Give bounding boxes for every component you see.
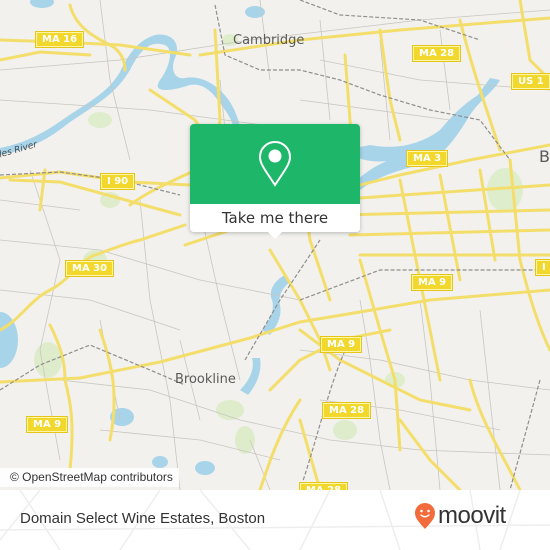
route-shield-ma28-south: MA 28: [321, 402, 372, 419]
route-shield-ma16: MA 16: [34, 31, 85, 48]
route-shield-ma28-north: MA 28: [411, 45, 462, 62]
take-me-there-button[interactable]: Take me there: [190, 204, 360, 232]
place-label-brookline: Brookline: [175, 372, 236, 387]
route-shield-ma3: MA 3: [405, 150, 449, 167]
place-label-boston: B: [539, 147, 550, 166]
map-attribution[interactable]: © OpenStreetMap contributors: [0, 468, 179, 487]
popup-pointer: [267, 231, 283, 239]
moovit-wordmark: moovit: [438, 502, 506, 529]
route-shield-ma9-east: MA 9: [410, 274, 454, 291]
moovit-logo[interactable]: moovit: [414, 502, 506, 530]
popup-header: [190, 124, 360, 204]
place-label-cambridge: Cambridge: [233, 33, 305, 48]
route-shield-ma9-west: MA 9: [25, 416, 69, 433]
route-shield-ma9-center: MA 9: [319, 336, 363, 353]
route-shield-us1: US 1: [511, 73, 550, 90]
map-base-layer: [0, 0, 550, 490]
moovit-pin-icon: [415, 503, 435, 529]
destination-popup: Take me there: [190, 124, 360, 239]
map[interactable]: Cambridge Brookline B Charles River MA 1…: [0, 0, 550, 490]
footer-bar: Domain Select Wine Estates, Boston moovi…: [0, 490, 550, 550]
route-shield-i90-east: I: [535, 259, 550, 276]
route-shield-ma28-bottom: MA 28: [298, 482, 349, 490]
location-pin-icon: [258, 140, 292, 187]
route-shield-ma30: MA 30: [64, 260, 115, 277]
route-shield-i90: I 90: [99, 173, 136, 190]
place-title: Domain Select Wine Estates, Boston: [20, 510, 266, 527]
